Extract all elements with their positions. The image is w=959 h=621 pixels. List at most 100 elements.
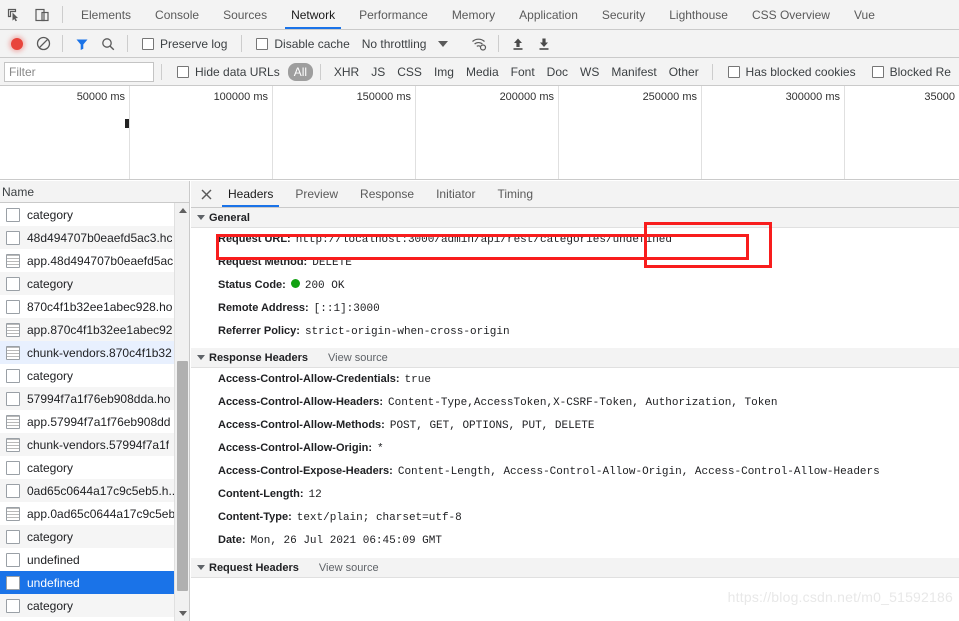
type-filter-js[interactable]: JS — [365, 63, 391, 81]
type-filter-img[interactable]: Img — [428, 63, 460, 81]
type-filter-css[interactable]: CSS — [391, 63, 428, 81]
table-row[interactable]: chunk-vendors.57994f7a1f — [0, 433, 189, 456]
script-icon — [6, 414, 20, 429]
panel-tab-memory[interactable]: Memory — [440, 0, 507, 29]
tab-initiator[interactable]: Initiator — [425, 181, 486, 207]
table-row[interactable]: category — [0, 203, 189, 226]
general-row-request-method: Request Method: DELETE — [191, 251, 959, 274]
type-filter-font[interactable]: Font — [505, 63, 541, 81]
network-toolbar: Preserve log Disable cache No throttling — [0, 30, 959, 58]
panel-tab-lighthouse[interactable]: Lighthouse — [657, 0, 740, 29]
table-row[interactable]: category — [0, 364, 189, 387]
column-header-name: Name — [2, 184, 35, 199]
type-filter-all[interactable]: All — [287, 62, 314, 81]
table-row[interactable]: category — [0, 594, 189, 617]
network-overview-timeline[interactable]: 50000 ms 100000 ms 150000 ms 200000 ms 2… — [0, 86, 959, 180]
table-row[interactable]: category — [0, 456, 189, 479]
panel-tab-sources[interactable]: Sources — [211, 0, 279, 29]
table-row[interactable]: category — [0, 525, 189, 548]
type-filter-ws[interactable]: WS — [574, 63, 605, 81]
filter-input[interactable]: Filter — [4, 61, 155, 82]
request-name: app.0ad65c0644a17c9c5eb — [27, 506, 176, 521]
type-filter-other[interactable]: Other — [663, 63, 705, 81]
doc-icon — [6, 460, 20, 475]
type-filter-label: XHR — [333, 64, 360, 79]
panel-tab-vue[interactable]: Vue — [842, 0, 887, 29]
table-row[interactable]: app.0ad65c0644a17c9c5eb — [0, 502, 189, 525]
hide-data-urls-checkbox[interactable]: Hide data URLs — [169, 65, 288, 79]
tab-preview[interactable]: Preview — [284, 181, 349, 207]
doc-icon — [6, 575, 20, 590]
tab-timing[interactable]: Timing — [486, 181, 544, 207]
type-filter-media[interactable]: Media — [460, 63, 505, 81]
panel-tab-performance[interactable]: Performance — [347, 0, 440, 29]
hide-data-urls-label: Hide data URLs — [195, 64, 280, 79]
request-rows-container: category 48d494707b0eaefd5ac3.hc app.48d… — [0, 203, 189, 621]
panel-tab-css-overview[interactable]: CSS Overview — [740, 0, 842, 29]
type-filter-manifest[interactable]: Manifest — [605, 63, 662, 81]
scrollbar-thumb[interactable] — [177, 361, 188, 591]
type-filter-xhr[interactable]: XHR — [328, 63, 365, 81]
table-row[interactable]: category — [0, 272, 189, 295]
response-headers-section-header[interactable]: Response Headers View source — [191, 348, 959, 368]
panel-tab-elements[interactable]: Elements — [69, 0, 143, 29]
has-blocked-cookies-checkbox[interactable]: Has blocked cookies — [720, 65, 864, 79]
table-row[interactable]: 48d494707b0eaefd5ac3.hc — [0, 226, 189, 249]
type-filter-doc[interactable]: Doc — [541, 63, 574, 81]
table-row[interactable]: app.870c4f1b32ee1abec92 — [0, 318, 189, 341]
request-list-column-header[interactable]: Name — [0, 181, 189, 203]
record-icon[interactable] — [4, 32, 30, 56]
panel-tab-label: Memory — [451, 7, 496, 22]
panel-tab-network[interactable]: Network — [279, 0, 347, 29]
request-name: category — [27, 207, 74, 222]
blocked-requests-checkbox[interactable]: Blocked Re — [864, 65, 959, 79]
table-row[interactable]: undefined — [0, 548, 189, 571]
header-key: Request URL: — [218, 233, 291, 245]
request-name: undefined — [27, 575, 80, 590]
throttling-select[interactable]: No throttling — [358, 37, 427, 51]
clear-icon[interactable] — [30, 32, 56, 56]
scroll-down-icon[interactable] — [175, 606, 189, 621]
panel-tab-application[interactable]: Application — [507, 0, 590, 29]
tab-response[interactable]: Response — [349, 181, 425, 207]
view-source-link[interactable]: View source — [328, 352, 388, 364]
general-section-header[interactable]: General — [191, 208, 959, 228]
table-row-selected[interactable]: undefined — [0, 571, 189, 594]
header-key: Access-Control-Allow-Origin: — [218, 442, 373, 454]
view-source-link[interactable]: View source — [319, 562, 379, 574]
device-toolbar-icon[interactable] — [28, 1, 56, 29]
response-header-row: Access-Control-Expose-Headers: Content-L… — [191, 460, 959, 483]
import-har-icon[interactable] — [505, 32, 531, 56]
panel-tab-label: Lighthouse — [669, 7, 728, 22]
filter-funnel-icon[interactable] — [69, 32, 95, 56]
panel-tab-label: Security — [601, 7, 646, 22]
general-row-remote-address: Remote Address: [::1]:3000 — [191, 297, 959, 320]
panel-tab-security[interactable]: Security — [590, 0, 657, 29]
table-row[interactable]: app.57994f7a1f76eb908dd — [0, 410, 189, 433]
scroll-up-icon[interactable] — [175, 203, 189, 218]
table-row[interactable]: chunk-vendors.870c4f1b32 — [0, 341, 189, 364]
tab-label: Response — [360, 187, 415, 201]
disable-cache-checkbox[interactable]: Disable cache — [248, 37, 357, 51]
table-row[interactable]: 0ad65c0644a17c9c5eb5.h.. — [0, 479, 189, 502]
inspect-element-icon[interactable] — [0, 1, 28, 29]
preserve-log-checkbox[interactable]: Preserve log — [134, 37, 235, 51]
network-request-list: Name category 48d494707b0eaefd5ac3.hc ap… — [0, 181, 190, 621]
table-row[interactable]: 57994f7a1f76eb908dda.ho — [0, 387, 189, 410]
request-list-scrollbar[interactable] — [174, 203, 189, 621]
request-name: 57994f7a1f76eb908dda.ho — [27, 391, 171, 406]
table-row[interactable]: app.48d494707b0eaefd5ac — [0, 249, 189, 272]
close-icon[interactable] — [195, 181, 217, 207]
header-key: Referrer Policy: — [218, 325, 300, 337]
tab-headers[interactable]: Headers — [217, 181, 284, 207]
response-header-row: Content-Type: text/plain; charset=utf-8 — [191, 506, 959, 529]
export-har-icon[interactable] — [531, 32, 557, 56]
request-headers-section-header[interactable]: Request Headers View source — [191, 558, 959, 578]
panel-tab-console[interactable]: Console — [143, 0, 211, 29]
chevron-down-icon[interactable] — [438, 40, 449, 47]
chevron-down-icon — [197, 215, 205, 220]
search-icon[interactable] — [95, 32, 121, 56]
header-value: http://localhost:3000/admin/api/rest/cat… — [295, 234, 672, 246]
table-row[interactable]: 870c4f1b32ee1abec928.ho — [0, 295, 189, 318]
wifi-settings-icon[interactable] — [466, 32, 492, 56]
